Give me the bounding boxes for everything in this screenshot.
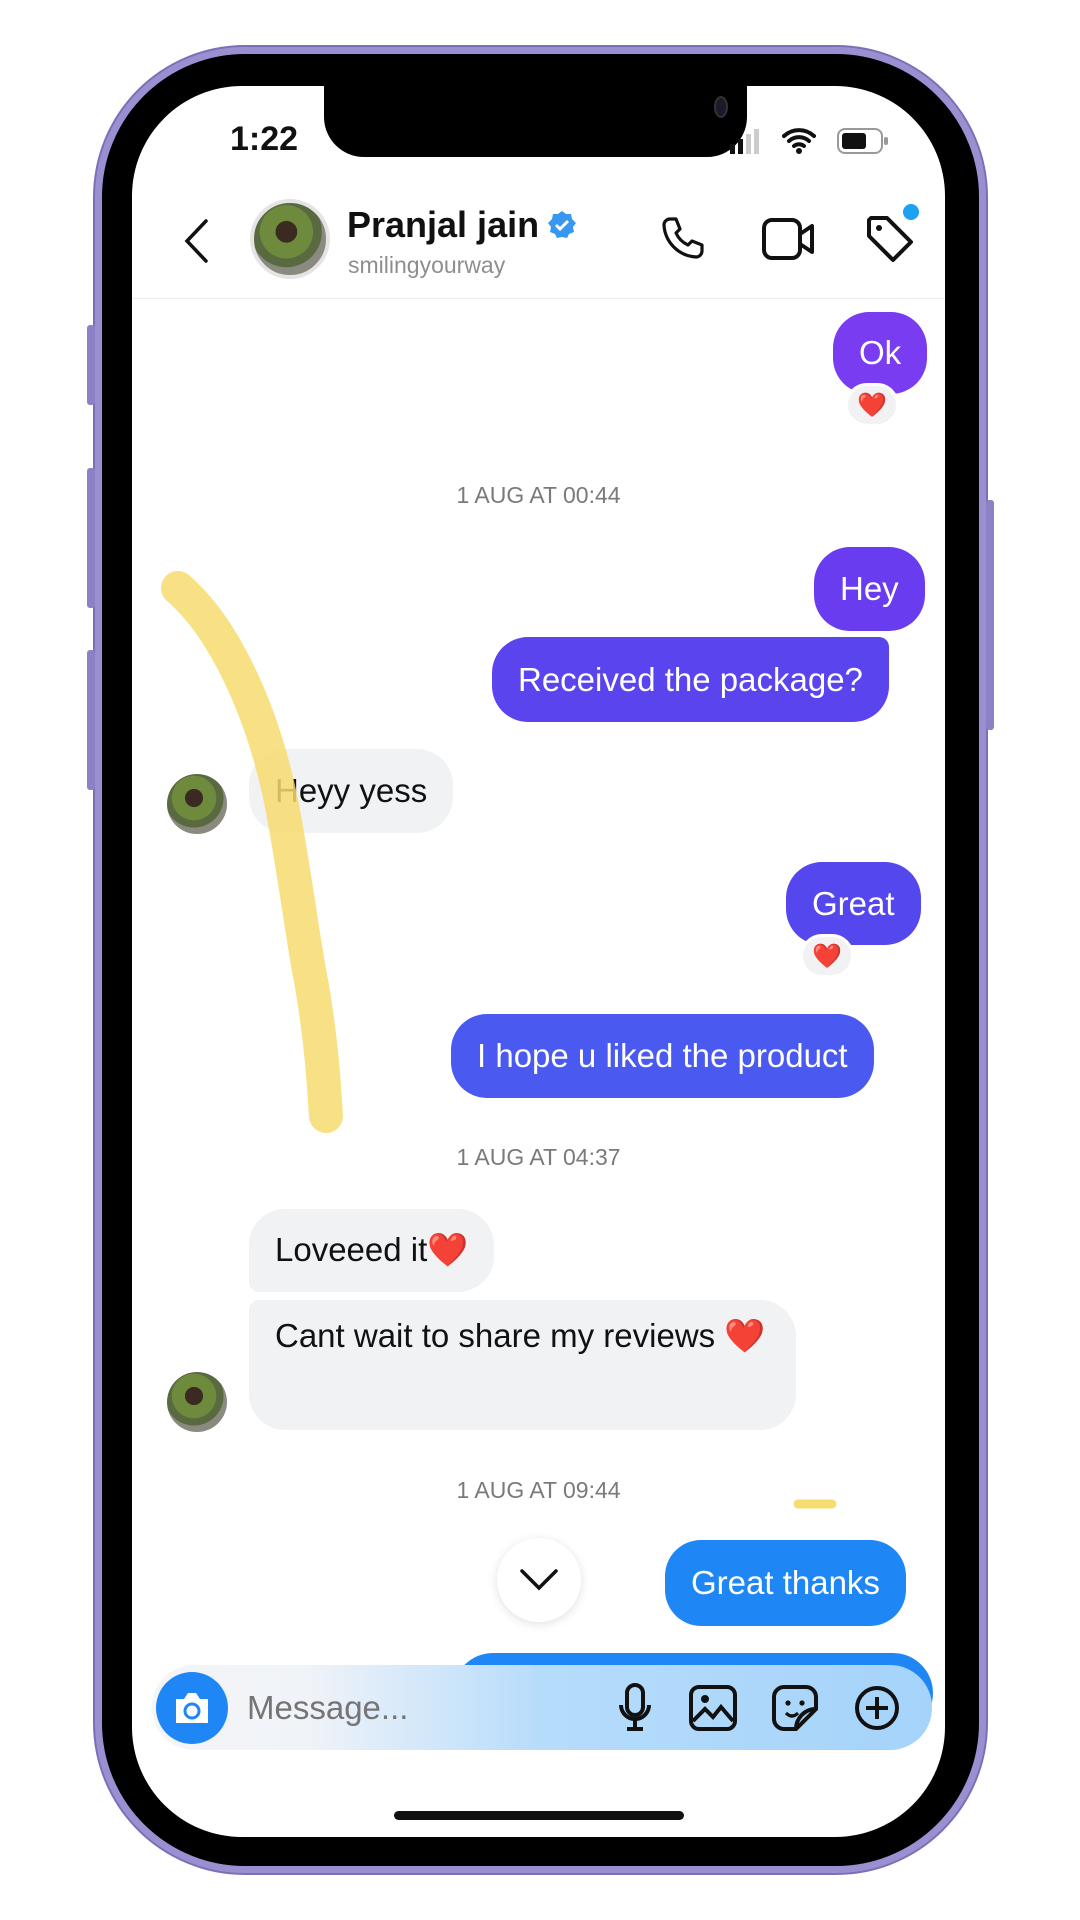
volume-up-button	[87, 468, 95, 608]
sticker-icon[interactable]	[772, 1685, 818, 1731]
camera-button[interactable]	[156, 1672, 228, 1744]
phone-screen: 1:22 Pranjal jain smilingyourway Ok ❤️ 1…	[132, 86, 945, 1837]
microphone-icon[interactable]	[617, 1683, 653, 1733]
scroll-down-button[interactable]	[497, 1538, 581, 1622]
power-button	[986, 500, 994, 730]
chevron-down-icon	[520, 1569, 558, 1591]
plus-circle-icon[interactable]	[854, 1685, 900, 1731]
message-composer[interactable]	[152, 1665, 932, 1750]
silent-switch	[87, 325, 95, 405]
camera-icon	[176, 1693, 208, 1723]
gallery-icon[interactable]	[689, 1685, 737, 1731]
home-indicator[interactable]	[394, 1811, 684, 1820]
volume-down-button	[87, 650, 95, 790]
message-input[interactable]	[247, 1683, 547, 1733]
